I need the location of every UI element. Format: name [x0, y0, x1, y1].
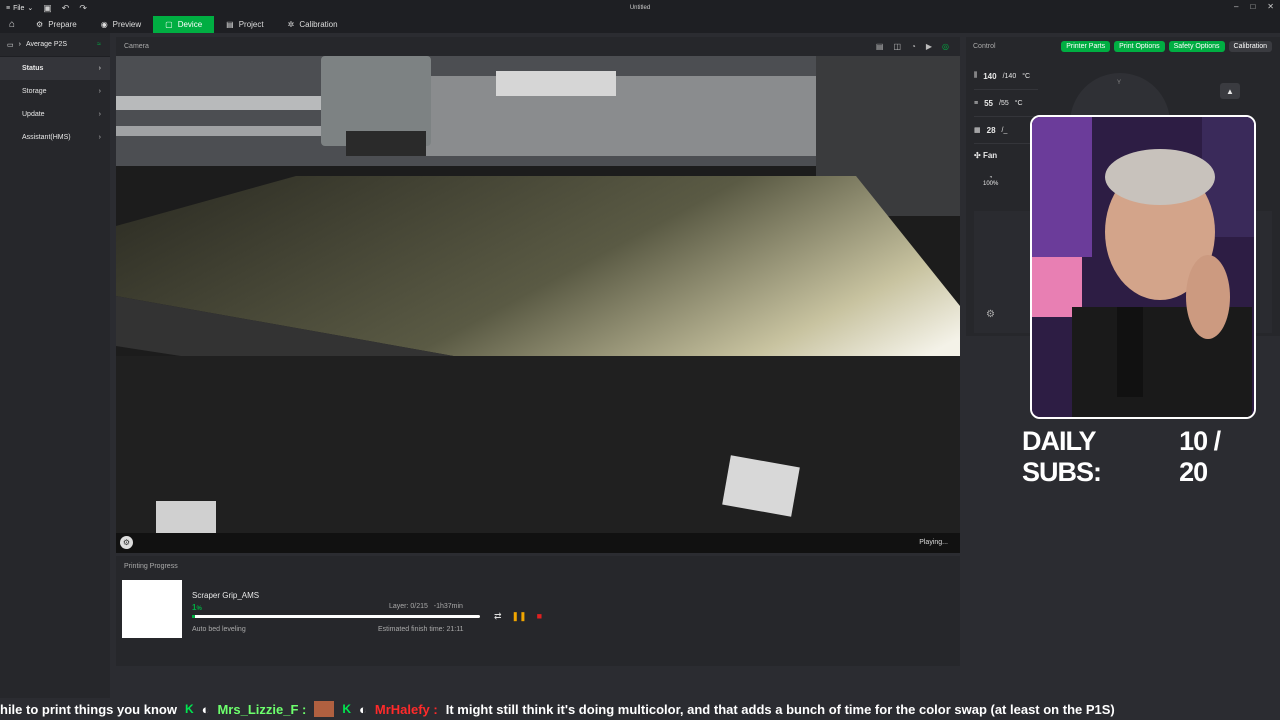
title-bar: ≡ File ⌄ ▣ ↶ ↷ Untitled – □ ✕	[0, 0, 1280, 16]
print-stage: Auto bed leveling	[192, 626, 246, 633]
daily-subs-counter: DAILY SUBS: 10 / 20	[1022, 426, 1221, 487]
printer-icon: ▭	[7, 41, 14, 49]
layer-info: Layer: 0/215 -1h37min	[389, 603, 463, 610]
device-sidebar: ▭ › Average P2S ≈ Status › Storage › Updat…	[0, 33, 110, 700]
document-icon: ▤	[226, 20, 234, 29]
printer-selector[interactable]: ▭ › Average P2S ≈	[0, 33, 110, 57]
save-icon[interactable]: ▣	[43, 3, 52, 14]
file-menu[interactable]: ≡ File ⌄	[0, 4, 34, 13]
safety-options-button[interactable]: Safety Options	[1168, 41, 1225, 52]
chat-prefix: hile to print things you know	[0, 701, 177, 717]
camera-image	[116, 56, 960, 533]
device-main: Camera ▤ ◫ ◔ ▶ ◎ ⚙ Playing... Printing P…	[116, 37, 960, 667]
calibration-button[interactable]: Calibration	[1228, 41, 1272, 52]
stop-button[interactable]: ■	[537, 611, 542, 622]
sd-card-icon[interactable]: ▤	[876, 42, 884, 51]
chevron-right-icon: ›	[98, 88, 101, 95]
sidebar-item-assistant[interactable]: Assistant(HMS) ›	[0, 126, 110, 149]
progress-bar	[192, 615, 480, 618]
minimize-icon[interactable]: –	[1234, 2, 1238, 11]
camera-feed	[116, 56, 960, 533]
nozzle-icon: ⫼	[974, 72, 978, 79]
tab-device[interactable]: ▢ Device	[153, 16, 215, 33]
chamber-temp[interactable]: ▦ 28/_	[974, 117, 1038, 144]
webcam-image	[1032, 117, 1254, 417]
close-icon[interactable]: ✕	[1267, 2, 1274, 11]
printer-parts-button[interactable]: Printer Parts	[1061, 41, 1111, 52]
camera-header: Camera ▤ ◫ ◔ ▶ ◎	[116, 37, 960, 56]
tab-calibration[interactable]: ✲ Calibration	[276, 16, 350, 33]
speed-control[interactable]: ◔ 100%	[983, 175, 998, 187]
maximize-icon[interactable]: □	[1250, 2, 1255, 11]
camera-status: Playing...	[919, 539, 948, 546]
redo-icon[interactable]: ↷	[79, 3, 87, 14]
fan-control[interactable]: ✣ Fan	[974, 151, 997, 160]
printing-progress: Scraper Grip_AMS 1% Layer: 0/215 -1h37mi…	[116, 576, 960, 666]
home-icon[interactable]: ⌂	[0, 16, 24, 33]
window-title: Untitled	[629, 5, 651, 11]
gear-icon: ⚙	[36, 20, 44, 29]
sidebar-item-status[interactable]: Status ›	[0, 57, 110, 80]
chat-ticker: hile to print things you know K ◐ Mrs_Li…	[0, 698, 1280, 720]
main-tabs: ⌂ ⚙ Prepare ◉ Preview ▢ Device ▤ Project ✲ Ca…	[0, 16, 1280, 33]
camera-settings-icon[interactable]: ⚙	[120, 536, 133, 549]
avatar	[314, 701, 335, 717]
sidebar-item-storage[interactable]: Storage ›	[0, 80, 110, 103]
streamer-webcam	[1030, 115, 1256, 419]
calibration-icon: ✲	[287, 20, 295, 29]
progress-fill	[192, 615, 195, 618]
chevron-right-icon: ›	[98, 111, 101, 118]
badge-icon: ◐	[201, 701, 210, 717]
chevron-right-icon: ›	[98, 65, 101, 72]
finish-time: Estimated finish time: 21:11	[378, 626, 464, 633]
print-options-button[interactable]: Print Options	[1114, 41, 1165, 52]
chat-user-2: MrHalefy :	[374, 701, 438, 717]
chat-message: It might still think it's doing multicol…	[445, 701, 1115, 717]
progress-percent: 1%	[192, 603, 202, 612]
live-icon[interactable]: ◎	[942, 42, 949, 51]
z-up-button[interactable]: ▲	[1220, 83, 1240, 99]
chevron-right-icon: ›	[18, 41, 21, 48]
record-icon[interactable]: ◫	[893, 42, 901, 51]
fan-icon: ✣	[974, 151, 981, 160]
chat-user-1: Mrs_Lizzie_F :	[217, 701, 307, 717]
eye-icon: ◉	[100, 20, 108, 29]
camera-footer: ⚙ Playing...	[116, 533, 960, 553]
skip-icon[interactable]: ⇄	[494, 611, 502, 622]
sidebar-item-update[interactable]: Update ›	[0, 103, 110, 126]
pause-button[interactable]: ❚❚	[512, 611, 527, 622]
chevron-down-icon: ⌄	[27, 5, 34, 12]
job-name: Scraper Grip_AMS	[192, 591, 260, 600]
chamber-icon: ▦	[974, 127, 981, 134]
bed-icon: ≡	[974, 99, 979, 107]
tab-project[interactable]: ▤ Project	[214, 16, 275, 33]
badge-icon: ◐	[359, 701, 367, 717]
tab-preview[interactable]: ◉ Preview	[89, 16, 153, 33]
kick-icon: K	[184, 702, 194, 716]
temperature-list: ⫼ 140/140 °C ≡ 55/55 °C ▦ 28/_	[974, 63, 1038, 144]
chevron-right-icon: ›	[98, 134, 101, 141]
wifi-icon: ≈	[97, 41, 101, 48]
kick-icon: K	[342, 702, 351, 716]
progress-header: Printing Progress	[116, 556, 960, 576]
nozzle-temp[interactable]: ⫼ 140/140 °C	[974, 63, 1038, 90]
tab-prepare[interactable]: ⚙ Prepare	[24, 16, 89, 33]
undo-icon[interactable]: ↶	[62, 3, 70, 14]
video-icon[interactable]: ▶	[926, 42, 932, 51]
hamburger-icon: ≡	[6, 4, 11, 12]
model-thumbnail	[122, 580, 182, 638]
bed-temp[interactable]: ≡ 55/55 °C	[974, 90, 1038, 117]
settings-icon[interactable]: ⚙	[986, 309, 995, 320]
device-icon: ▢	[165, 20, 173, 29]
timelapse-icon[interactable]: ◔	[911, 42, 916, 51]
